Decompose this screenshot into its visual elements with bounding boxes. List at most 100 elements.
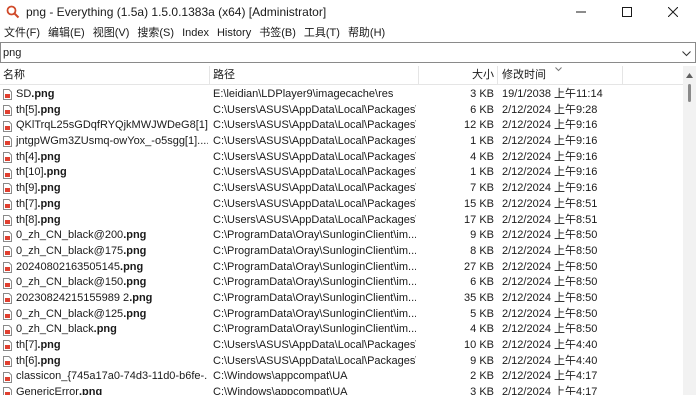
file-base-name: 0_zh_CN_black@200 [16, 229, 124, 242]
file-name-cell: 0_zh_CN_black.png [3, 322, 208, 338]
file-name-cell: 0_zh_CN_black@200.png [3, 228, 208, 244]
file-row[interactable]: 0_zh_CN_black@200.png C:\ProgramData\Oray… [0, 228, 683, 244]
menu-edit[interactable]: 编辑(E) [44, 24, 89, 42]
file-path-cell: C:\ProgramData\Oray\SunloginClient\im... [213, 307, 416, 320]
vertical-scrollbar[interactable] [683, 66, 696, 395]
file-row[interactable]: 0_zh_CN_black@150.png C:\ProgramData\Oray… [0, 275, 683, 291]
file-modified-cell: 2/12/2024 上午8:51 [502, 213, 598, 226]
window-title: png - Everything (1.5a) 1.5.0.1383a (x64… [26, 5, 327, 19]
file-path-cell: C:\Users\ASUS\AppData\Local\Packages\... [213, 103, 416, 116]
file-row[interactable]: th[10].png C:\Users\ASUS\AppData\Local\Pa… [0, 165, 683, 181]
file-extension-highlight: .png [37, 339, 61, 351]
file-base-name: th[10] [16, 166, 44, 179]
file-size-cell: 5 KB [470, 307, 494, 320]
file-size-cell: 8 KB [470, 244, 494, 257]
file-size-cell: 9 KB [470, 229, 494, 242]
file-base-name: th[8] [16, 213, 38, 226]
column-name-header[interactable]: 名称 [3, 66, 25, 84]
image-file-icon [3, 356, 12, 368]
file-path-cell: C:\Users\ASUS\AppData\Local\Packages\... [213, 182, 416, 195]
file-name-cell: 20230824215155989 2.png [3, 291, 208, 307]
menu-bookmarks[interactable]: 书签(B) [255, 24, 300, 42]
file-row[interactable]: 0_zh_CN_black@125.png C:\ProgramData\Oray… [0, 307, 683, 323]
file-extension-highlight: .png [37, 197, 61, 210]
file-extension-highlight: .png [123, 229, 147, 242]
scroll-thumb[interactable] [688, 84, 691, 102]
file-modified-cell: 2/12/2024 上午4:40 [502, 339, 598, 351]
file-extension-highlight: .png [123, 276, 147, 289]
file-modified-cell: 2/12/2024 上午9:16 [502, 119, 598, 132]
image-file-icon [3, 214, 12, 226]
file-row[interactable]: th[4].png C:\Users\ASUS\AppData\Local\Pac… [0, 150, 683, 166]
file-row[interactable]: th[7].png C:\Users\ASUS\AppData\Local\Pac… [0, 197, 683, 213]
file-size-cell: 1 KB [470, 166, 494, 179]
file-modified-cell: 2/12/2024 上午9:16 [502, 166, 598, 179]
title-bar: png - Everything (1.5a) 1.5.0.1383a (x64… [0, 0, 696, 24]
file-row[interactable]: 0_zh_CN_black.png C:\ProgramData\Oray\Sun… [0, 322, 683, 338]
maximize-icon [622, 7, 632, 17]
file-size-cell: 2 KB [470, 370, 494, 383]
file-path-cell: C:\ProgramData\Oray\SunloginClient\im... [213, 229, 416, 242]
file-row[interactable]: QKlTrqL25sGDqfRYQjkMWJWDeG8[1].... C:\Use… [0, 118, 683, 134]
image-file-icon [3, 136, 12, 148]
menu-tools[interactable]: 工具(T) [300, 24, 344, 42]
file-row[interactable]: jntgpWGm3ZUsmq-owYox_-o5sgg[1].... C:\Use… [0, 134, 683, 150]
menu-search[interactable]: 搜索(S) [133, 24, 178, 42]
search-history-dropdown[interactable] [682, 48, 691, 60]
file-base-name: 0_zh_CN_black@175 [16, 244, 124, 257]
file-path-cell: C:\Windows\appcompat\UA [213, 386, 348, 395]
file-extension-highlight: .png [123, 307, 147, 320]
image-file-icon [3, 230, 12, 242]
column-size-header[interactable]: 大小 [420, 66, 494, 84]
file-row[interactable]: th[8].png C:\Users\ASUS\AppData\Local\Pac… [0, 213, 683, 229]
column-modified-header[interactable]: 修改时间 [502, 66, 546, 84]
file-path-cell: C:\Users\ASUS\AppData\Local\Packages\... [213, 213, 416, 226]
file-modified-cell: 2/12/2024 上午8:50 [502, 229, 598, 242]
file-row[interactable]: th[5].png C:\Users\ASUS\AppData\Local\Pac… [0, 103, 683, 119]
close-button[interactable] [650, 0, 696, 24]
column-divider[interactable] [418, 66, 419, 84]
column-divider[interactable] [209, 66, 210, 84]
file-name-cell: th[9].png [3, 181, 208, 197]
file-name-cell: th[7].png [3, 338, 208, 354]
scroll-up-arrow-icon[interactable] [686, 69, 693, 81]
file-row[interactable]: SD.png E:\leidian\LDPlayer9\imagecache\re… [0, 87, 683, 103]
column-divider[interactable] [622, 66, 623, 84]
file-extension-highlight: .png [120, 260, 144, 273]
menu-file[interactable]: 文件(F) [0, 24, 44, 42]
file-size-cell: 15 KB [464, 197, 494, 210]
column-divider[interactable] [497, 66, 498, 84]
file-name-cell: th[6].png [3, 354, 208, 370]
file-row[interactable]: classicon_{745a17a0-74d3-11d0-b6fe-... C:… [0, 369, 683, 385]
column-path-header[interactable]: 路径 [213, 66, 235, 84]
file-row[interactable]: th[9].png C:\Users\ASUS\AppData\Local\Pac… [0, 181, 683, 197]
file-row[interactable]: 20240802163505145.png C:\ProgramData\Oray… [0, 260, 683, 276]
file-row[interactable]: 0_zh_CN_black@175.png C:\ProgramData\Oray… [0, 244, 683, 260]
file-base-name: 0_zh_CN_black@150 [16, 276, 124, 289]
file-row[interactable]: th[6].png C:\Users\ASUS\AppData\Local\Pac… [0, 354, 683, 370]
menu-bar: 文件(F) 编辑(E) 视图(V) 搜索(S) Index History 书签… [0, 24, 696, 42]
menu-view[interactable]: 视图(V) [89, 24, 134, 42]
menu-index[interactable]: Index [178, 24, 213, 42]
file-name-cell: 0_zh_CN_black@150.png [3, 275, 208, 291]
file-base-name: th[7] [16, 197, 38, 210]
file-row[interactable]: th[7].png C:\Users\ASUS\AppData\Local\Pac… [0, 338, 683, 354]
file-size-cell: 17 KB [464, 213, 494, 226]
maximize-button[interactable] [604, 0, 650, 24]
file-modified-cell: 19/1/2038 上午11:14 [502, 88, 603, 100]
menu-help[interactable]: 帮助(H) [344, 24, 389, 42]
search-input[interactable] [3, 43, 663, 62]
file-name-cell: th[7].png [3, 197, 208, 213]
file-extension-highlight: .png [37, 103, 61, 116]
file-name-cell: QKlTrqL25sGDqfRYQjkMWJWDeG8[1].... [3, 118, 208, 134]
file-modified-cell: 2/12/2024 上午9:16 [502, 150, 598, 163]
file-size-cell: 3 KB [470, 386, 494, 395]
menu-history[interactable]: History [213, 24, 255, 42]
image-file-icon [3, 277, 12, 289]
image-file-icon [3, 120, 12, 132]
file-path-cell: C:\Users\ASUS\AppData\Local\Packages\... [213, 166, 416, 179]
minimize-button[interactable] [558, 0, 604, 24]
file-row[interactable]: GenericError.png C:\Windows\appcompat\UA 3… [0, 385, 683, 395]
file-row[interactable]: 20230824215155989 2.png C:\ProgramData\Or… [0, 291, 683, 307]
file-path-cell: C:\ProgramData\Oray\SunloginClient\im... [213, 276, 416, 289]
